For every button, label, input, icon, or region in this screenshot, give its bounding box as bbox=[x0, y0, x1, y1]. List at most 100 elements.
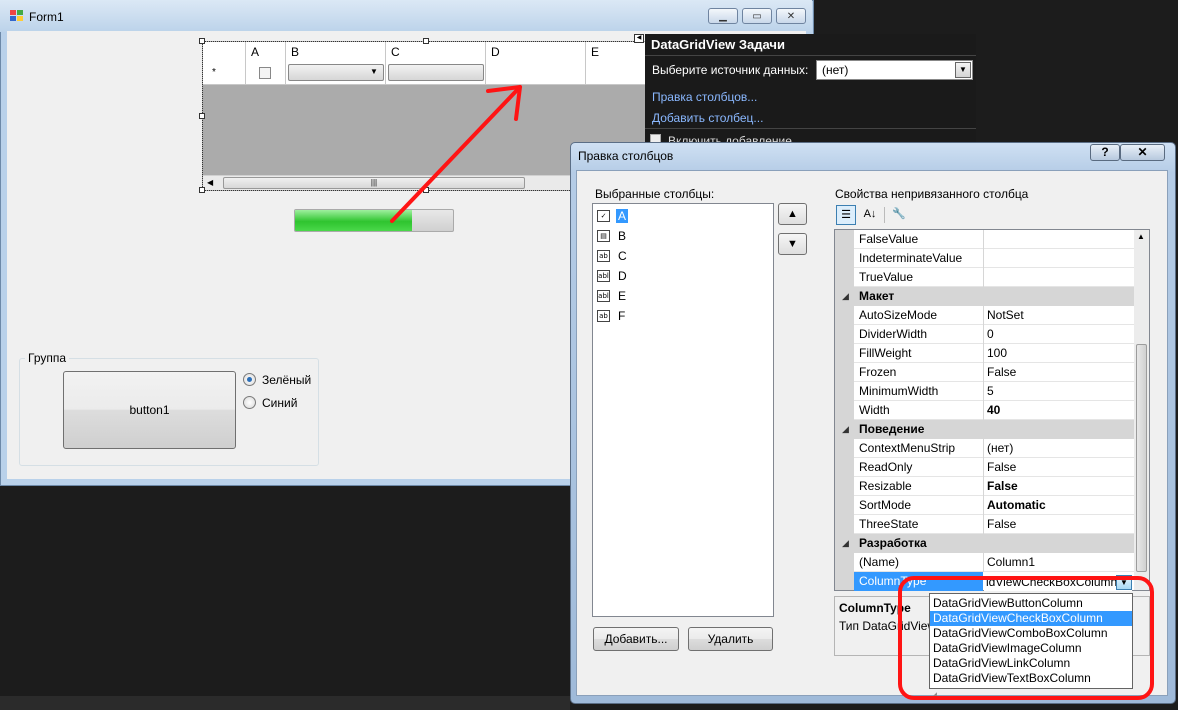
divider bbox=[645, 55, 976, 56]
collapse-icon[interactable]: ◢ bbox=[842, 534, 849, 553]
add-column-link[interactable]: Добавить столбец... bbox=[652, 111, 763, 125]
property-value[interactable]: (нет) bbox=[987, 439, 1013, 458]
smart-tag-title: DataGridView Задачи bbox=[651, 37, 785, 52]
column-item-label: D bbox=[618, 268, 627, 283]
combobox-column-icon: ▤ bbox=[597, 229, 610, 242]
smart-tag-glyph-icon[interactable]: ◀ bbox=[634, 34, 644, 43]
property-value[interactable]: False bbox=[987, 458, 1016, 477]
property-name: MinimumWidth bbox=[859, 384, 939, 398]
property-value[interactable]: False bbox=[987, 515, 1016, 534]
divider bbox=[983, 553, 984, 572]
property-name: Resizable bbox=[859, 479, 912, 493]
property-value[interactable]: False bbox=[987, 363, 1016, 382]
remove-column-button[interactable]: Удалить bbox=[688, 627, 773, 651]
resize-handle[interactable] bbox=[199, 113, 205, 119]
properties-label: Свойства непривязанного столбца bbox=[835, 187, 1029, 201]
categorized-view-button[interactable]: ☰ bbox=[836, 205, 856, 225]
grid-cell-checkbox[interactable] bbox=[246, 62, 286, 84]
divider bbox=[884, 207, 885, 223]
chevron-down-icon[interactable]: ▼ bbox=[955, 62, 971, 78]
radio-green-label: Зелёный bbox=[262, 373, 312, 387]
divider bbox=[983, 306, 984, 420]
minimize-button[interactable]: ▁ bbox=[708, 8, 738, 24]
checkbox-icon bbox=[259, 67, 271, 79]
grid-column-header-b[interactable]: B bbox=[286, 42, 386, 62]
property-name: ReadOnly bbox=[859, 460, 913, 474]
radio-blue[interactable] bbox=[243, 396, 256, 409]
column-item-a[interactable]: ✓ A bbox=[597, 207, 629, 224]
close-button[interactable]: ✕ bbox=[776, 8, 806, 24]
property-name: Width bbox=[859, 403, 890, 417]
collapse-icon[interactable]: ◢ bbox=[842, 420, 849, 439]
column-item-d[interactable]: abl D bbox=[597, 267, 629, 284]
textbox-column-icon: abl bbox=[597, 269, 610, 282]
resize-handle[interactable] bbox=[199, 187, 205, 193]
grid-column-header-c[interactable]: C bbox=[386, 42, 486, 62]
selected-columns-list[interactable] bbox=[592, 203, 774, 617]
property-name: (Name) bbox=[859, 555, 900, 569]
property-value[interactable]: False bbox=[987, 477, 1018, 496]
selected-columns-label: Выбранные столбцы: bbox=[595, 187, 715, 201]
close-icon: ✕ bbox=[1137, 145, 1148, 159]
divider bbox=[983, 439, 984, 534]
property-name: DividerWidth bbox=[859, 327, 928, 341]
textbox-column-icon: ab bbox=[597, 309, 610, 322]
property-value[interactable]: Column1 bbox=[987, 553, 1035, 572]
column-item-label: C bbox=[618, 248, 627, 263]
resize-handle[interactable] bbox=[423, 38, 429, 44]
property-value[interactable]: 0 bbox=[987, 325, 994, 344]
property-value[interactable]: 40 bbox=[987, 401, 1000, 420]
edit-columns-link[interactable]: Правка столбцов... bbox=[652, 90, 757, 104]
column-item-b[interactable]: ▤ B bbox=[597, 227, 628, 244]
scroll-left-icon[interactable]: ◀ bbox=[207, 178, 213, 187]
column-item-f[interactable]: ab F bbox=[597, 307, 627, 324]
maximize-icon: ▭ bbox=[752, 10, 762, 22]
button1[interactable]: button1 bbox=[63, 371, 236, 449]
divider bbox=[983, 230, 984, 287]
grid-cell-textbox-e[interactable] bbox=[586, 62, 649, 84]
help-button[interactable]: ? bbox=[1090, 144, 1120, 161]
add-column-button[interactable]: Добавить... bbox=[593, 627, 679, 651]
property-value[interactable]: 100 bbox=[987, 344, 1007, 363]
group-box-label: Группа bbox=[25, 351, 70, 365]
arrow-up-icon: ▲ bbox=[787, 208, 798, 220]
column-item-label: E bbox=[618, 288, 627, 303]
move-up-button[interactable]: ▲ bbox=[778, 203, 807, 225]
column-item-e[interactable]: abl E bbox=[597, 287, 628, 304]
chevron-down-icon: ▼ bbox=[370, 67, 378, 76]
column-item-label: B bbox=[618, 228, 627, 243]
scroll-thumb[interactable] bbox=[1136, 344, 1147, 572]
minimize-icon: ▁ bbox=[719, 10, 727, 22]
collapse-icon[interactable]: ◢ bbox=[842, 287, 849, 306]
resize-handle[interactable] bbox=[199, 38, 205, 44]
dialog-close-button[interactable]: ✕ bbox=[1120, 144, 1165, 161]
textbox-column-icon: ab bbox=[597, 249, 610, 262]
grid-new-row-marker: * bbox=[203, 62, 246, 84]
arrow-down-icon: ▼ bbox=[787, 238, 798, 250]
grid-column-header-d[interactable]: D bbox=[486, 42, 586, 62]
annotation-arrow-icon bbox=[390, 85, 522, 223]
property-value[interactable]: 5 bbox=[987, 382, 994, 401]
grid-column-header-e[interactable]: E bbox=[586, 42, 649, 62]
grid-cell-combobox[interactable]: ▼ bbox=[286, 62, 386, 84]
column-item-label: A bbox=[616, 208, 629, 223]
form1-title: Form1 bbox=[29, 10, 64, 24]
close-icon: ✕ bbox=[786, 10, 796, 22]
radio-green[interactable] bbox=[243, 373, 256, 386]
property-category-name: Поведение bbox=[859, 422, 925, 436]
property-value[interactable]: Automatic bbox=[987, 496, 1046, 515]
property-name: Frozen bbox=[859, 365, 897, 379]
scroll-up-icon[interactable]: ▲ bbox=[1137, 232, 1145, 241]
grid-column-header-a[interactable]: A bbox=[246, 42, 286, 62]
maximize-button[interactable]: ▭ bbox=[742, 8, 772, 24]
move-down-button[interactable]: ▼ bbox=[778, 233, 807, 255]
property-value[interactable]: NotSet bbox=[987, 306, 1024, 325]
alphabetical-view-button[interactable]: A↓ bbox=[860, 205, 880, 225]
radio-blue-label: Синий bbox=[262, 396, 298, 410]
grid-row-header-corner bbox=[203, 42, 246, 62]
form1-titlebar[interactable] bbox=[0, 0, 812, 32]
property-pages-button[interactable]: 🔧 bbox=[889, 205, 909, 225]
column-item-c[interactable]: ab C bbox=[597, 247, 629, 264]
dialog-title: Правка столбцов bbox=[578, 149, 674, 163]
wrench-icon: 🔧 bbox=[892, 208, 906, 220]
